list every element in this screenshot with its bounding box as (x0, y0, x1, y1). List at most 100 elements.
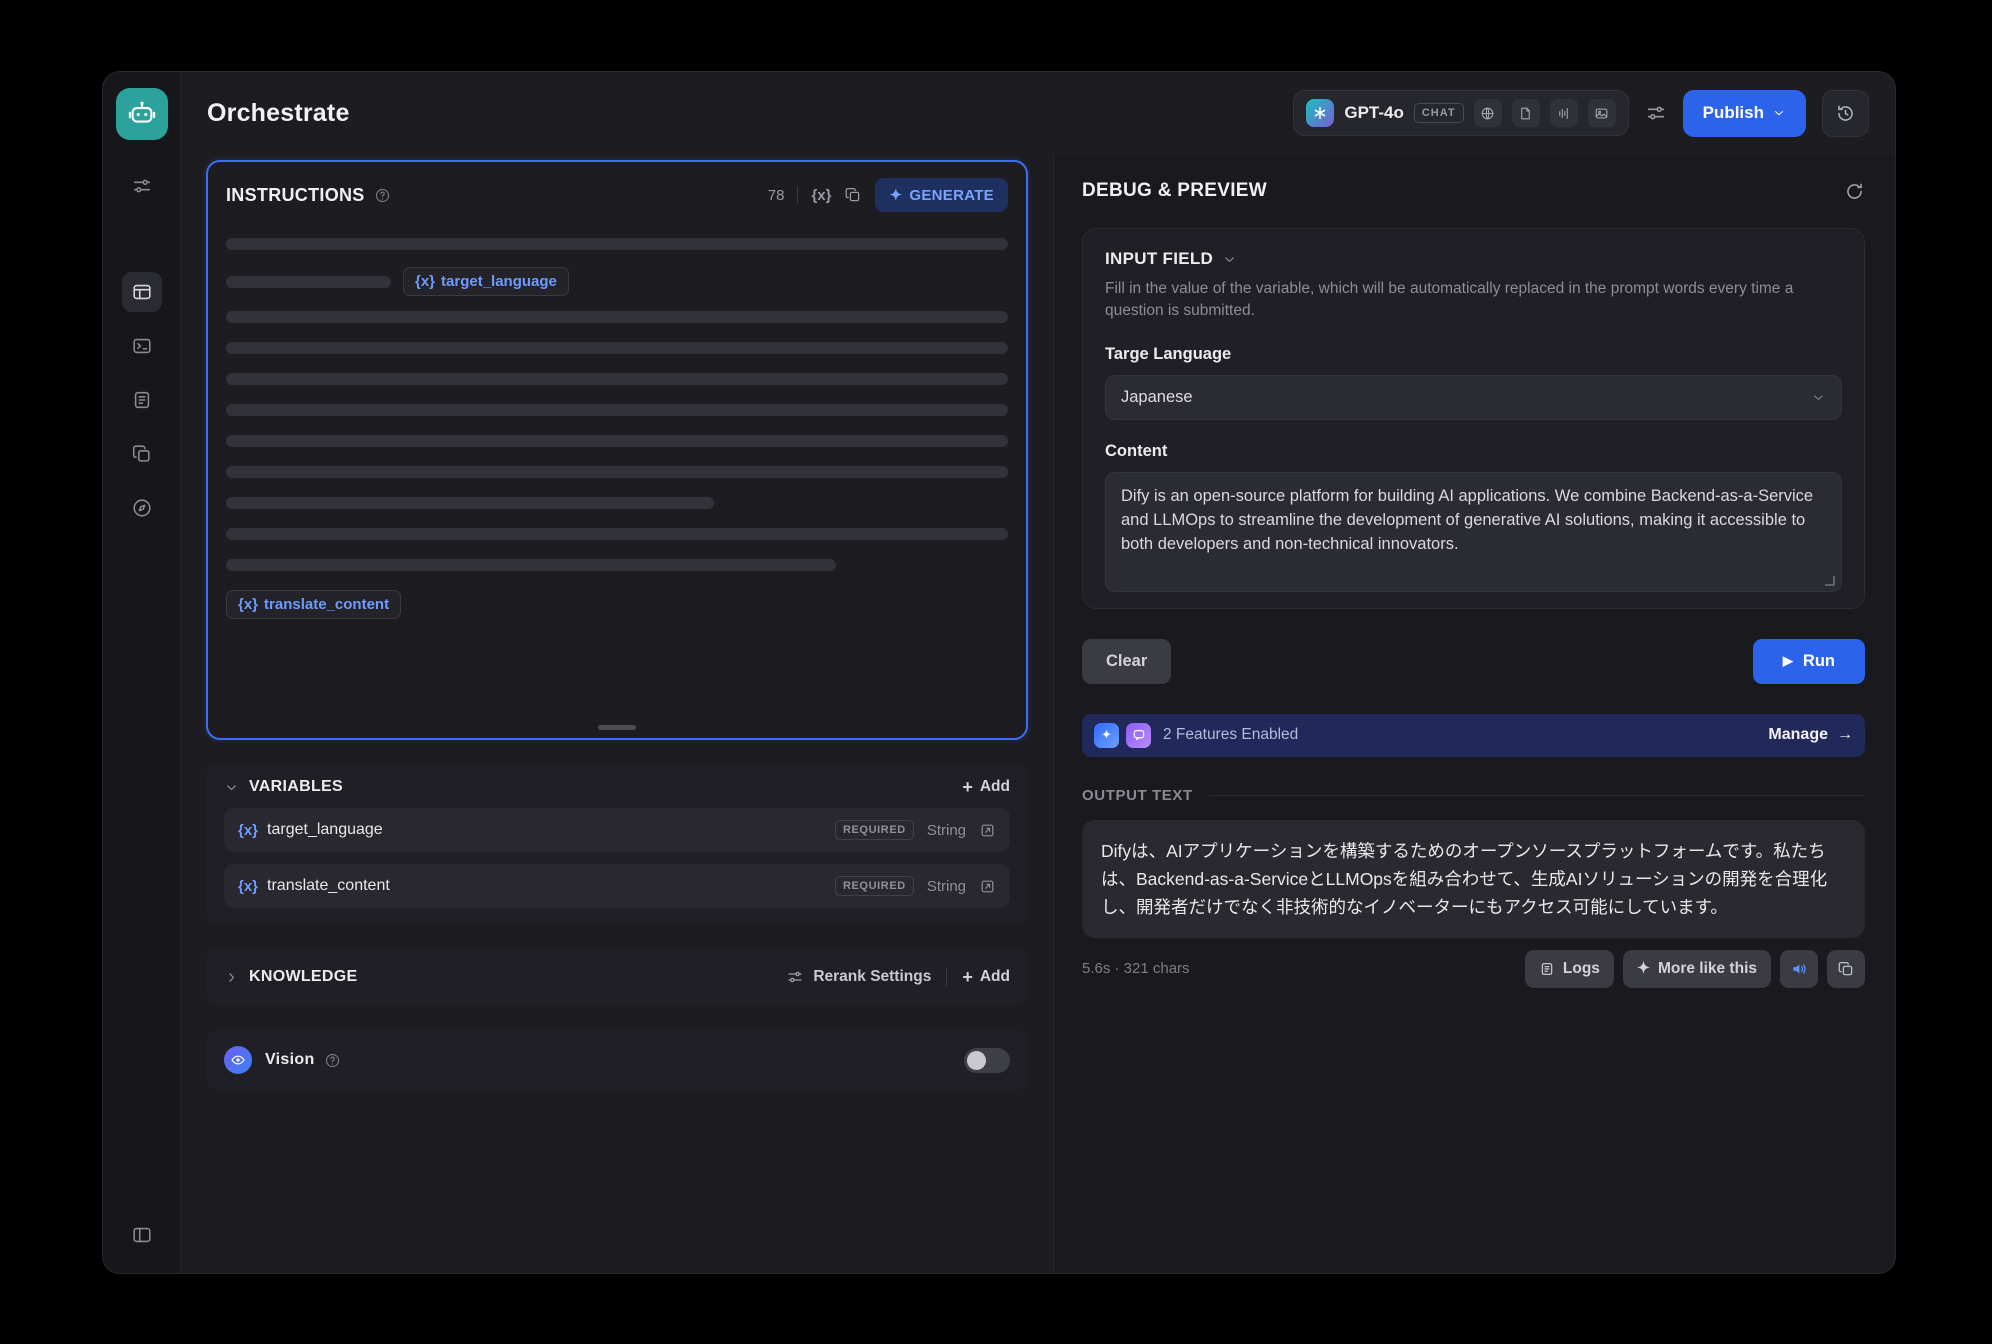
sidebar-nav-group (122, 272, 162, 528)
content-label: Content (1105, 442, 1842, 461)
skeleton-line (226, 311, 1008, 323)
input-field-title: INPUT FIELD (1105, 249, 1213, 269)
skeleton-line (226, 528, 1008, 540)
insert-variable-icon[interactable]: {x} (811, 187, 831, 204)
variable-name: translate_content (267, 877, 390, 895)
add-label: Add (980, 778, 1010, 796)
debug-preview-title: DEBUG & PREVIEW (1082, 180, 1267, 202)
edit-variable-icon[interactable] (979, 878, 996, 895)
sparkle-icon: ✦ (1637, 959, 1650, 978)
edit-variable-icon[interactable] (979, 822, 996, 839)
sidebar-settings-icon[interactable] (122, 166, 162, 206)
features-bar[interactable]: ✦ 2 Features Enabled Manage → (1082, 714, 1865, 757)
skeleton-line (226, 238, 1008, 250)
model-name: GPT-4o (1344, 103, 1404, 123)
vision-help-icon[interactable] (324, 1052, 341, 1069)
variable-row-target-language[interactable]: {x} target_language REQUIRED String (224, 808, 1010, 852)
vision-toggle[interactable] (964, 1048, 1010, 1073)
variables-title: VARIABLES (249, 778, 343, 796)
capability-document-icon (1512, 99, 1540, 127)
sidebar-terminal-icon[interactable] (122, 326, 162, 366)
chevron-down-icon (1811, 390, 1826, 405)
add-knowledge-button[interactable]: + Add (962, 968, 1010, 986)
skeleton-line (226, 497, 714, 509)
history-button[interactable] (1822, 90, 1869, 137)
variable-type: String (927, 822, 966, 839)
app-logo-robot-icon[interactable] (116, 88, 168, 140)
variables-section: VARIABLES + Add {x} target_language REQU… (206, 764, 1028, 924)
sidebar (103, 72, 181, 1273)
run-button[interactable]: ▶ Run (1753, 639, 1865, 684)
add-label: Add (980, 968, 1010, 986)
target-language-select[interactable]: Japanese (1105, 375, 1842, 420)
sidebar-logs-icon[interactable] (122, 380, 162, 420)
play-icon: ▶ (1783, 653, 1793, 669)
variable-row-translate-content[interactable]: {x} translate_content REQUIRED String (224, 864, 1010, 908)
sidebar-monitoring-icon[interactable] (122, 488, 162, 528)
variable-tag-label: translate_content (264, 596, 389, 613)
copy-prompt-icon[interactable] (844, 186, 862, 204)
variable-glyph: {x} (238, 596, 258, 613)
skeleton-line (226, 373, 1008, 385)
skeleton-line (226, 342, 1008, 354)
parameters-settings-icon[interactable] (1645, 102, 1667, 124)
logs-label: Logs (1563, 960, 1600, 978)
debug-preview-panel: DEBUG & PREVIEW INPUT FIELD (1053, 154, 1895, 1273)
plus-icon: + (962, 778, 973, 796)
orchestrate-panel: INSTRUCTIONS 78 {x} (181, 154, 1053, 1273)
add-variable-button[interactable]: + Add (962, 778, 1010, 796)
plus-icon: + (962, 968, 973, 986)
desktop-background: Orchestrate GPT-4o CHAT (0, 0, 1992, 1344)
variable-tag-translate-content[interactable]: {x} translate_content (226, 590, 401, 619)
variable-tag-target-language[interactable]: {x} target_language (403, 267, 569, 296)
variable-glyph: {x} (238, 822, 258, 839)
manage-features-button[interactable]: Manage → (1768, 726, 1853, 744)
target-language-label: Targe Language (1105, 345, 1842, 364)
vision-title: Vision (265, 1051, 315, 1069)
generate-button[interactable]: ✦ GENERATE (875, 178, 1008, 212)
output-text: Difyは、AIアプリケーションを構築するためのオープンソースプラットフォームで… (1101, 841, 1827, 917)
capability-web-icon (1474, 99, 1502, 127)
rerank-settings-button[interactable]: Rerank Settings (786, 968, 931, 986)
instructions-editor[interactable]: INSTRUCTIONS 78 {x} (206, 160, 1028, 740)
debug-actions: Clear ▶ Run (1082, 639, 1865, 684)
sidebar-orchestrate-icon[interactable] (122, 272, 162, 312)
logs-button[interactable]: Logs (1525, 950, 1614, 988)
openai-logo-icon (1306, 99, 1334, 127)
textarea-resize-handle[interactable] (1825, 576, 1835, 586)
rerank-sliders-icon (786, 968, 804, 986)
chevron-down-icon[interactable] (1222, 252, 1237, 267)
sidebar-annotation-icon[interactable] (122, 434, 162, 474)
model-selector[interactable]: GPT-4o CHAT (1293, 90, 1628, 136)
divider (1209, 795, 1865, 796)
resize-handle[interactable] (598, 725, 636, 730)
instructions-help-icon[interactable] (374, 187, 391, 204)
required-badge: REQUIRED (835, 820, 914, 840)
divider (946, 968, 947, 986)
variable-glyph: {x} (415, 273, 435, 290)
run-label: Run (1803, 652, 1835, 671)
output-stats: 5.6s · 321 chars (1082, 960, 1190, 977)
copy-output-button[interactable] (1827, 950, 1865, 988)
content-textarea[interactable]: Dify is an open-source platform for buil… (1105, 472, 1842, 592)
knowledge-section: KNOWLEDGE Rerank Settings + Add (206, 948, 1028, 1006)
more-like-this-button[interactable]: ✦ More like this (1623, 950, 1771, 988)
main-area: Orchestrate GPT-4o CHAT (181, 72, 1895, 1273)
output-footer: 5.6s · 321 chars Logs ✦ More like this (1082, 950, 1865, 988)
generate-label: GENERATE (909, 187, 994, 204)
input-field-card: INPUT FIELD Fill in the value of the var… (1082, 228, 1865, 609)
chevron-down-icon (1772, 106, 1786, 120)
text-to-speech-button[interactable] (1780, 950, 1818, 988)
content-split: INSTRUCTIONS 78 {x} (181, 154, 1895, 1273)
output-header: OUTPUT TEXT (1082, 787, 1865, 804)
clear-button[interactable]: Clear (1082, 639, 1171, 684)
capability-audio-icon (1550, 99, 1578, 127)
sidebar-collapse-panel-icon[interactable] (122, 1215, 162, 1255)
model-mode-badge: CHAT (1414, 103, 1464, 123)
chevron-right-icon[interactable] (224, 970, 239, 985)
skeleton-line (226, 276, 391, 288)
variable-name: target_language (267, 821, 383, 839)
chevron-down-icon[interactable] (224, 780, 239, 795)
publish-button[interactable]: Publish (1683, 90, 1806, 137)
restart-icon[interactable] (1844, 181, 1865, 202)
